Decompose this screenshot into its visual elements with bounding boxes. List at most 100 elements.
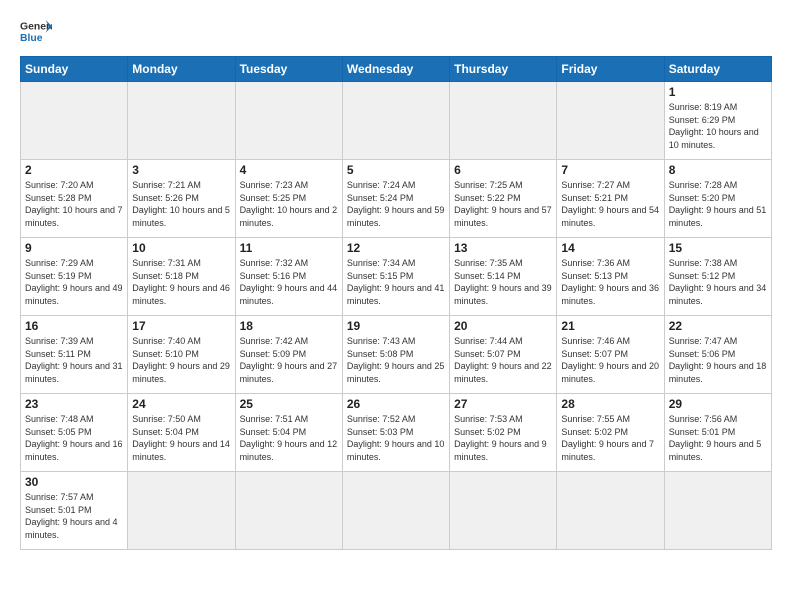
- day-number: 17: [132, 319, 230, 333]
- day-number: 1: [669, 85, 767, 99]
- calendar-week-0: 1 Sunrise: 8:19 AMSunset: 6:29 PMDaylight…: [21, 82, 772, 160]
- header: General Blue: [20, 18, 772, 46]
- day-info: Sunrise: 7:55 AMSunset: 5:02 PMDaylight:…: [561, 413, 659, 463]
- day-number: 25: [240, 397, 338, 411]
- day-info: Sunrise: 7:42 AMSunset: 5:09 PMDaylight:…: [240, 335, 338, 385]
- day-number: 3: [132, 163, 230, 177]
- day-info: Sunrise: 7:25 AMSunset: 5:22 PMDaylight:…: [454, 179, 552, 229]
- day-info: Sunrise: 7:44 AMSunset: 5:07 PMDaylight:…: [454, 335, 552, 385]
- calendar-cell-empty: [450, 82, 557, 160]
- calendar-cell-empty: [664, 472, 771, 550]
- day-number: 12: [347, 241, 445, 255]
- day-info: Sunrise: 7:47 AMSunset: 5:06 PMDaylight:…: [669, 335, 767, 385]
- day-info: Sunrise: 7:20 AMSunset: 5:28 PMDaylight:…: [25, 179, 123, 229]
- calendar-cell-1: 1 Sunrise: 8:19 AMSunset: 6:29 PMDaylight…: [664, 82, 771, 160]
- day-number: 11: [240, 241, 338, 255]
- logo: General Blue: [20, 18, 52, 46]
- day-info: Sunrise: 7:50 AMSunset: 5:04 PMDaylight:…: [132, 413, 230, 463]
- calendar-cell-empty: [557, 82, 664, 160]
- calendar-header-monday: Monday: [128, 57, 235, 82]
- calendar-cell-13: 13Sunrise: 7:35 AMSunset: 5:14 PMDayligh…: [450, 238, 557, 316]
- calendar-cell-5: 5 Sunrise: 7:24 AMSunset: 5:24 PMDaylight…: [342, 160, 449, 238]
- calendar-cell-10: 10 Sunrise: 7:31 AMSunset: 5:18 PMDayligh…: [128, 238, 235, 316]
- calendar-cell-6: 6 Sunrise: 7:25 AMSunset: 5:22 PMDaylight…: [450, 160, 557, 238]
- calendar-cell-15: 15 Sunrise: 7:38 AMSunset: 5:12 PMDayligh…: [664, 238, 771, 316]
- day-number: 7: [561, 163, 659, 177]
- day-info: Sunrise: 7:40 AMSunset: 5:10 PMDaylight:…: [132, 335, 230, 385]
- day-number: 4: [240, 163, 338, 177]
- calendar-cell-4: 4 Sunrise: 7:23 AMSunset: 5:25 PMDaylight…: [235, 160, 342, 238]
- day-number: 8: [669, 163, 767, 177]
- calendar-cell-empty: [21, 82, 128, 160]
- page: General Blue SundayMondayTuesdayWednesda…: [0, 0, 792, 612]
- calendar-cell-21: 21Sunrise: 7:46 AMSunset: 5:07 PMDayligh…: [557, 316, 664, 394]
- calendar-cell-16: 16 Sunrise: 7:39 AMSunset: 5:11 PMDayligh…: [21, 316, 128, 394]
- calendar-cell-22: 22 Sunrise: 7:47 AMSunset: 5:06 PMDayligh…: [664, 316, 771, 394]
- day-number: 16: [25, 319, 123, 333]
- day-number: 15: [669, 241, 767, 255]
- calendar-cell-28: 28 Sunrise: 7:55 AMSunset: 5:02 PMDayligh…: [557, 394, 664, 472]
- day-info: Sunrise: 7:31 AMSunset: 5:18 PMDaylight:…: [132, 257, 230, 307]
- day-info: Sunrise: 7:46 AMSunset: 5:07 PMDaylight:…: [561, 335, 659, 385]
- calendar-cell-17: 17 Sunrise: 7:40 AMSunset: 5:10 PMDayligh…: [128, 316, 235, 394]
- svg-text:Blue: Blue: [20, 33, 43, 44]
- day-info: Sunrise: 8:19 AMSunset: 6:29 PMDaylight:…: [669, 101, 767, 151]
- calendar-cell-20: 20Sunrise: 7:44 AMSunset: 5:07 PMDayligh…: [450, 316, 557, 394]
- calendar-cell-empty: [342, 472, 449, 550]
- calendar-header-row: SundayMondayTuesdayWednesdayThursdayFrid…: [21, 57, 772, 82]
- calendar-header-sunday: Sunday: [21, 57, 128, 82]
- calendar-cell-19: 19Sunrise: 7:43 AMSunset: 5:08 PMDayligh…: [342, 316, 449, 394]
- day-info: Sunrise: 7:57 AMSunset: 5:01 PMDaylight:…: [25, 491, 123, 541]
- calendar-cell-empty: [235, 82, 342, 160]
- day-number: 14: [561, 241, 659, 255]
- day-number: 23: [25, 397, 123, 411]
- calendar-cell-14: 14Sunrise: 7:36 AMSunset: 5:13 PMDayligh…: [557, 238, 664, 316]
- calendar-cell-7: 7 Sunrise: 7:27 AMSunset: 5:21 PMDaylight…: [557, 160, 664, 238]
- calendar-header-thursday: Thursday: [450, 57, 557, 82]
- calendar-cell-26: 26 Sunrise: 7:52 AMSunset: 5:03 PMDayligh…: [342, 394, 449, 472]
- day-number: 9: [25, 241, 123, 255]
- calendar-cell-empty: [342, 82, 449, 160]
- day-info: Sunrise: 7:21 AMSunset: 5:26 PMDaylight:…: [132, 179, 230, 229]
- day-info: Sunrise: 7:56 AMSunset: 5:01 PMDaylight:…: [669, 413, 767, 463]
- day-info: Sunrise: 7:23 AMSunset: 5:25 PMDaylight:…: [240, 179, 338, 229]
- calendar-week-3: 16 Sunrise: 7:39 AMSunset: 5:11 PMDayligh…: [21, 316, 772, 394]
- calendar-header-wednesday: Wednesday: [342, 57, 449, 82]
- calendar-cell-3: 3 Sunrise: 7:21 AMSunset: 5:26 PMDaylight…: [128, 160, 235, 238]
- day-number: 30: [25, 475, 123, 489]
- calendar-cell-18: 18Sunrise: 7:42 AMSunset: 5:09 PMDayligh…: [235, 316, 342, 394]
- day-info: Sunrise: 7:51 AMSunset: 5:04 PMDaylight:…: [240, 413, 338, 463]
- calendar-cell-empty: [128, 82, 235, 160]
- day-number: 2: [25, 163, 123, 177]
- day-number: 24: [132, 397, 230, 411]
- day-number: 28: [561, 397, 659, 411]
- day-info: Sunrise: 7:38 AMSunset: 5:12 PMDaylight:…: [669, 257, 767, 307]
- day-info: Sunrise: 7:29 AMSunset: 5:19 PMDaylight:…: [25, 257, 123, 307]
- day-number: 26: [347, 397, 445, 411]
- day-number: 10: [132, 241, 230, 255]
- calendar-header-tuesday: Tuesday: [235, 57, 342, 82]
- day-number: 29: [669, 397, 767, 411]
- calendar-cell-12: 12 Sunrise: 7:34 AMSunset: 5:15 PMDayligh…: [342, 238, 449, 316]
- day-info: Sunrise: 7:28 AMSunset: 5:20 PMDaylight:…: [669, 179, 767, 229]
- day-info: Sunrise: 7:52 AMSunset: 5:03 PMDaylight:…: [347, 413, 445, 463]
- day-info: Sunrise: 7:43 AMSunset: 5:08 PMDaylight:…: [347, 335, 445, 385]
- calendar-week-5: 30 Sunrise: 7:57 AMSunset: 5:01 PMDayligh…: [21, 472, 772, 550]
- calendar-cell-30: 30 Sunrise: 7:57 AMSunset: 5:01 PMDayligh…: [21, 472, 128, 550]
- calendar-week-1: 2 Sunrise: 7:20 AMSunset: 5:28 PMDaylight…: [21, 160, 772, 238]
- calendar-cell-27: 27Sunrise: 7:53 AMSunset: 5:02 PMDayligh…: [450, 394, 557, 472]
- day-info: Sunrise: 7:34 AMSunset: 5:15 PMDaylight:…: [347, 257, 445, 307]
- day-info: Sunrise: 7:39 AMSunset: 5:11 PMDaylight:…: [25, 335, 123, 385]
- calendar-cell-25: 25 Sunrise: 7:51 AMSunset: 5:04 PMDayligh…: [235, 394, 342, 472]
- day-number: 6: [454, 163, 552, 177]
- day-info: Sunrise: 7:32 AMSunset: 5:16 PMDaylight:…: [240, 257, 338, 307]
- calendar-table: SundayMondayTuesdayWednesdayThursdayFrid…: [20, 56, 772, 550]
- day-info: Sunrise: 7:24 AMSunset: 5:24 PMDaylight:…: [347, 179, 445, 229]
- calendar-cell-8: 8 Sunrise: 7:28 AMSunset: 5:20 PMDaylight…: [664, 160, 771, 238]
- day-number: 5: [347, 163, 445, 177]
- generalblue-icon: General Blue: [20, 18, 52, 46]
- calendar-cell-2: 2 Sunrise: 7:20 AMSunset: 5:28 PMDaylight…: [21, 160, 128, 238]
- day-number: 22: [669, 319, 767, 333]
- calendar-cell-23: 23Sunrise: 7:48 AMSunset: 5:05 PMDayligh…: [21, 394, 128, 472]
- day-info: Sunrise: 7:27 AMSunset: 5:21 PMDaylight:…: [561, 179, 659, 229]
